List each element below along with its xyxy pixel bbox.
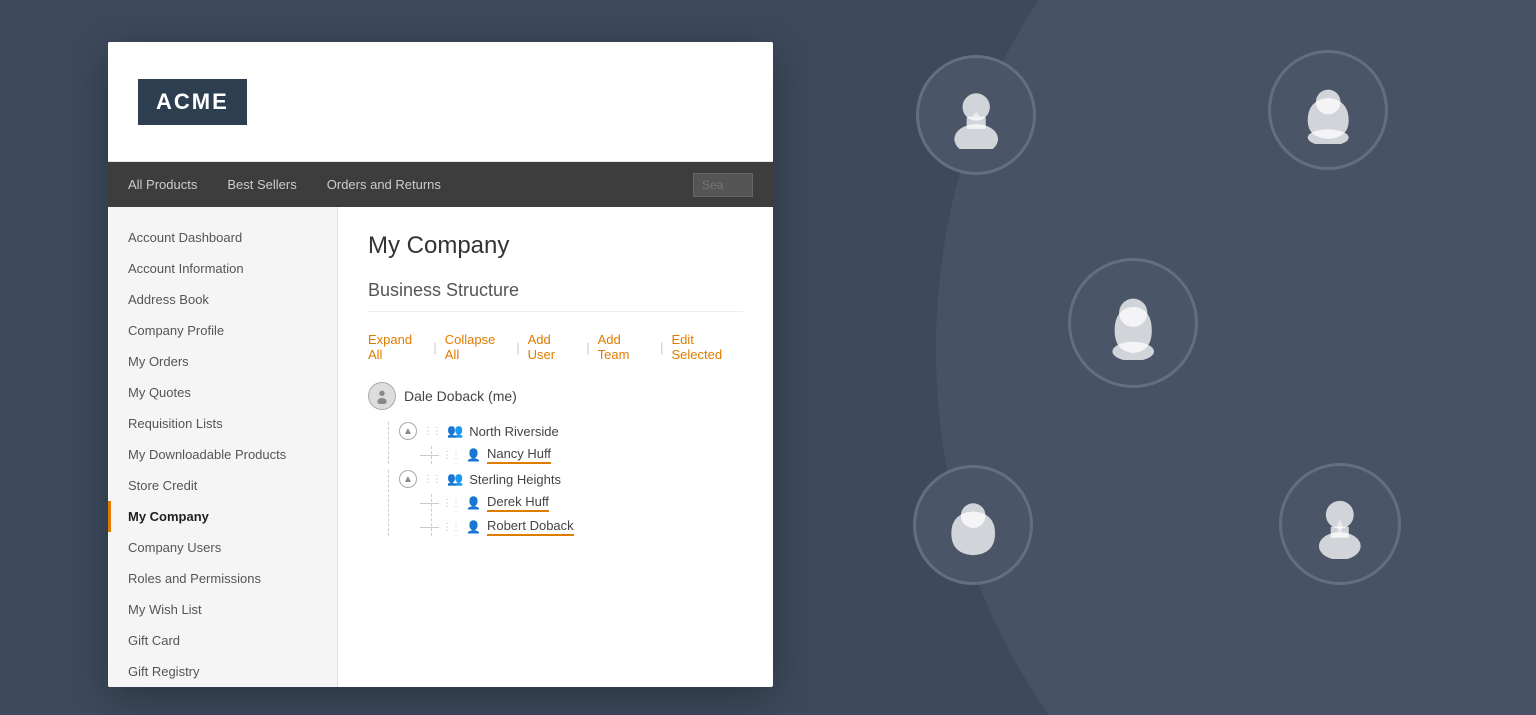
sidebar-item-gift-card[interactable]: Gift Card <box>108 625 337 656</box>
north-riverside-users: ⋮⋮ 👤 Nancy Huff <box>431 446 743 464</box>
card-content: Account Dashboard Account Information Ad… <box>108 207 773 687</box>
nav-all-products[interactable]: All Products <box>128 177 197 192</box>
tree-root: Dale Doback (me) <box>368 382 743 410</box>
sidebar-item-account-information[interactable]: Account Information <box>108 253 337 284</box>
logo-text: ACME <box>156 89 229 114</box>
sidebar: Account Dashboard Account Information Ad… <box>108 207 338 687</box>
branch-north-riverside-name: North Riverside <box>469 424 559 439</box>
drag-sterling-heights[interactable]: ⋮⋮ <box>423 474 441 485</box>
user-icon-nancy: 👤 <box>466 448 481 462</box>
sterling-heights-users: ⋮⋮ 👤 Derek Huff ⋮⋮ 👤 Robert Doback <box>431 494 743 536</box>
nav-orders-returns[interactable]: Orders and Returns <box>327 177 441 192</box>
tree: Dale Doback (me) ▲ ⋮⋮ 👥 North Riverside <box>368 382 743 536</box>
sep-2: | <box>516 340 519 355</box>
user-robert-doback: ⋮⋮ 👤 Robert Doback <box>442 518 743 536</box>
action-links: Expand All | Collapse All | Add User | A… <box>368 332 743 362</box>
branch-north-riverside-header: ▲ ⋮⋮ 👥 North Riverside <box>399 422 743 440</box>
sidebar-item-requisition-lists[interactable]: Requisition Lists <box>108 408 337 439</box>
avatar-3 <box>1068 258 1198 388</box>
sidebar-item-company-profile[interactable]: Company Profile <box>108 315 337 346</box>
sidebar-item-address-book[interactable]: Address Book <box>108 284 337 315</box>
add-user-link[interactable]: Add User <box>528 332 579 362</box>
collapse-all-link[interactable]: Collapse All <box>445 332 508 362</box>
drag-nancy[interactable]: ⋮⋮ <box>442 450 460 461</box>
main-card: ACME All Products Best Sellers Orders an… <box>108 42 773 687</box>
sidebar-item-my-orders[interactable]: My Orders <box>108 346 337 377</box>
sidebar-item-my-company[interactable]: My Company <box>108 501 337 532</box>
root-name: Dale Doback (me) <box>404 388 517 404</box>
card-header: ACME <box>108 42 773 162</box>
sep-4: | <box>660 340 663 355</box>
drag-robert[interactable]: ⋮⋮ <box>442 522 460 533</box>
branch-sterling-heights-name: Sterling Heights <box>469 472 561 487</box>
branch-north-riverside-container: ▲ ⋮⋮ 👥 North Riverside ⋮⋮ 👤 Nancy Huff <box>388 422 743 464</box>
user-derek-huff: ⋮⋮ 👤 Derek Huff <box>442 494 743 512</box>
nav-best-sellers[interactable]: Best Sellers <box>227 177 296 192</box>
avatar-5 <box>1279 463 1401 585</box>
avatar-2 <box>1268 50 1388 170</box>
sidebar-item-gift-registry[interactable]: Gift Registry <box>108 656 337 687</box>
add-team-link[interactable]: Add Team <box>598 332 652 362</box>
drag-derek[interactable]: ⋮⋮ <box>442 498 460 509</box>
main-content: My Company Business Structure Expand All… <box>338 207 773 687</box>
page-title: My Company <box>368 232 743 260</box>
user-name-derek[interactable]: Derek Huff <box>487 494 549 512</box>
expand-all-link[interactable]: Expand All <box>368 332 425 362</box>
sidebar-item-downloadable-products[interactable]: My Downloadable Products <box>108 439 337 470</box>
user-nancy-huff: ⋮⋮ 👤 Nancy Huff <box>442 446 743 464</box>
user-name-nancy[interactable]: Nancy Huff <box>487 446 551 464</box>
team-icon-sterling-heights: 👥 <box>447 471 463 487</box>
sidebar-item-roles-permissions[interactable]: Roles and Permissions <box>108 563 337 594</box>
root-avatar <box>368 382 396 410</box>
sep-3: | <box>586 340 589 355</box>
section-title: Business Structure <box>368 280 743 312</box>
drag-north-riverside[interactable]: ⋮⋮ <box>423 426 441 437</box>
sidebar-item-my-wish-list[interactable]: My Wish List <box>108 594 337 625</box>
branch-sterling-heights-container: ▲ ⋮⋮ 👥 Sterling Heights ⋮⋮ 👤 Derek Huff <box>388 470 743 536</box>
user-icon-derek: 👤 <box>466 496 481 510</box>
user-name-robert[interactable]: Robert Doback <box>487 518 574 536</box>
branch-north-riverside-group: ▲ ⋮⋮ 👥 North Riverside ⋮⋮ 👤 Nancy Huff <box>388 422 743 464</box>
user-icon-robert: 👤 <box>466 520 481 534</box>
sep-1: | <box>433 340 436 355</box>
branch-sterling-heights-header: ▲ ⋮⋮ 👥 Sterling Heights <box>399 470 743 488</box>
nav-bar: All Products Best Sellers Orders and Ret… <box>108 162 773 207</box>
sidebar-item-store-credit[interactable]: Store Credit <box>108 470 337 501</box>
edit-selected-link[interactable]: Edit Selected <box>671 332 743 362</box>
search-input[interactable] <box>693 173 753 197</box>
logo-box: ACME <box>138 79 247 125</box>
branch-sterling-heights-group: ▲ ⋮⋮ 👥 Sterling Heights ⋮⋮ 👤 Derek Huff <box>388 470 743 536</box>
sidebar-item-my-quotes[interactable]: My Quotes <box>108 377 337 408</box>
sidebar-item-account-dashboard[interactable]: Account Dashboard <box>108 222 337 253</box>
collapse-sterling-heights[interactable]: ▲ <box>399 470 417 488</box>
avatar-4 <box>913 465 1033 585</box>
avatar-1 <box>916 55 1036 175</box>
collapse-north-riverside[interactable]: ▲ <box>399 422 417 440</box>
team-icon-north-riverside: 👥 <box>447 423 463 439</box>
sidebar-item-company-users[interactable]: Company Users <box>108 532 337 563</box>
